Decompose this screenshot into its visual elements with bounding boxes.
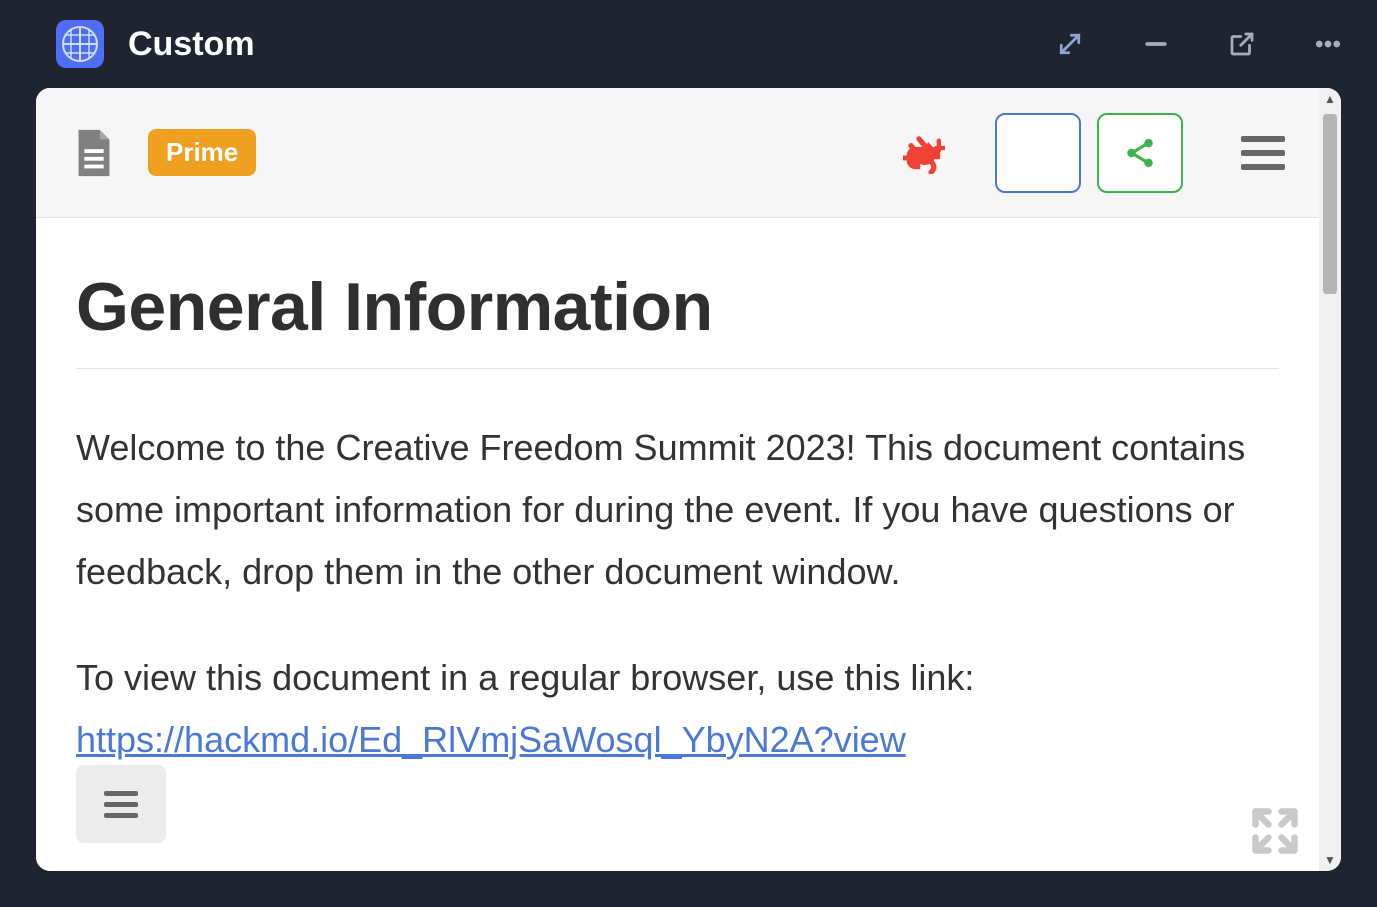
titlebar: Custom: [0, 0, 1377, 88]
floating-toc-button[interactable]: [76, 765, 166, 843]
link-intro-text: To view this document in a regular brows…: [76, 657, 974, 698]
doc-toolbar: Prime: [36, 88, 1319, 218]
minimize-button[interactable]: [1139, 27, 1173, 61]
scroll-down-arrow[interactable]: ▼: [1319, 849, 1341, 871]
hamburger-icon: [104, 791, 138, 796]
view-mode-button[interactable]: [995, 113, 1081, 193]
titlebar-left: Custom: [56, 20, 255, 68]
page-heading: General Information: [76, 268, 1279, 369]
app-icon: [56, 20, 104, 68]
app-window: Custom: [0, 0, 1377, 907]
share-button[interactable]: [1097, 113, 1183, 193]
window-title: Custom: [128, 25, 255, 64]
scrollbar[interactable]: ▲ ▼: [1319, 88, 1341, 871]
scroll-thumb[interactable]: [1323, 114, 1337, 294]
prime-badge[interactable]: Prime: [148, 129, 256, 176]
ellipsis-icon: [1313, 29, 1343, 59]
link-paragraph: To view this document in a regular brows…: [76, 647, 1279, 771]
hamburger-icon: [1241, 136, 1285, 142]
share-icon: [1123, 136, 1157, 170]
expand-diagonal-icon: [1055, 29, 1085, 59]
intro-paragraph: Welcome to the Creative Freedom Summit 2…: [76, 417, 1279, 603]
plug-icon[interactable]: [903, 132, 945, 174]
doc-body: General Information Welcome to the Creat…: [36, 218, 1319, 871]
view-link[interactable]: https://hackmd.io/Ed_RlVmjSaWosql_YbyN2A…: [76, 719, 906, 760]
page: Prime: [36, 88, 1319, 871]
minimize-icon: [1141, 29, 1171, 59]
menu-button[interactable]: [1241, 131, 1285, 175]
more-button[interactable]: [1311, 27, 1345, 61]
popout-icon: [1227, 29, 1257, 59]
globe-grid-icon: [60, 24, 100, 64]
expand-button[interactable]: [1053, 27, 1087, 61]
document-icon[interactable]: [70, 126, 118, 180]
scroll-up-arrow[interactable]: ▲: [1319, 88, 1341, 110]
content-frame: Prime: [36, 88, 1341, 871]
fullscreen-button[interactable]: [1249, 805, 1301, 857]
titlebar-controls: [1053, 27, 1345, 61]
popout-button[interactable]: [1225, 27, 1259, 61]
